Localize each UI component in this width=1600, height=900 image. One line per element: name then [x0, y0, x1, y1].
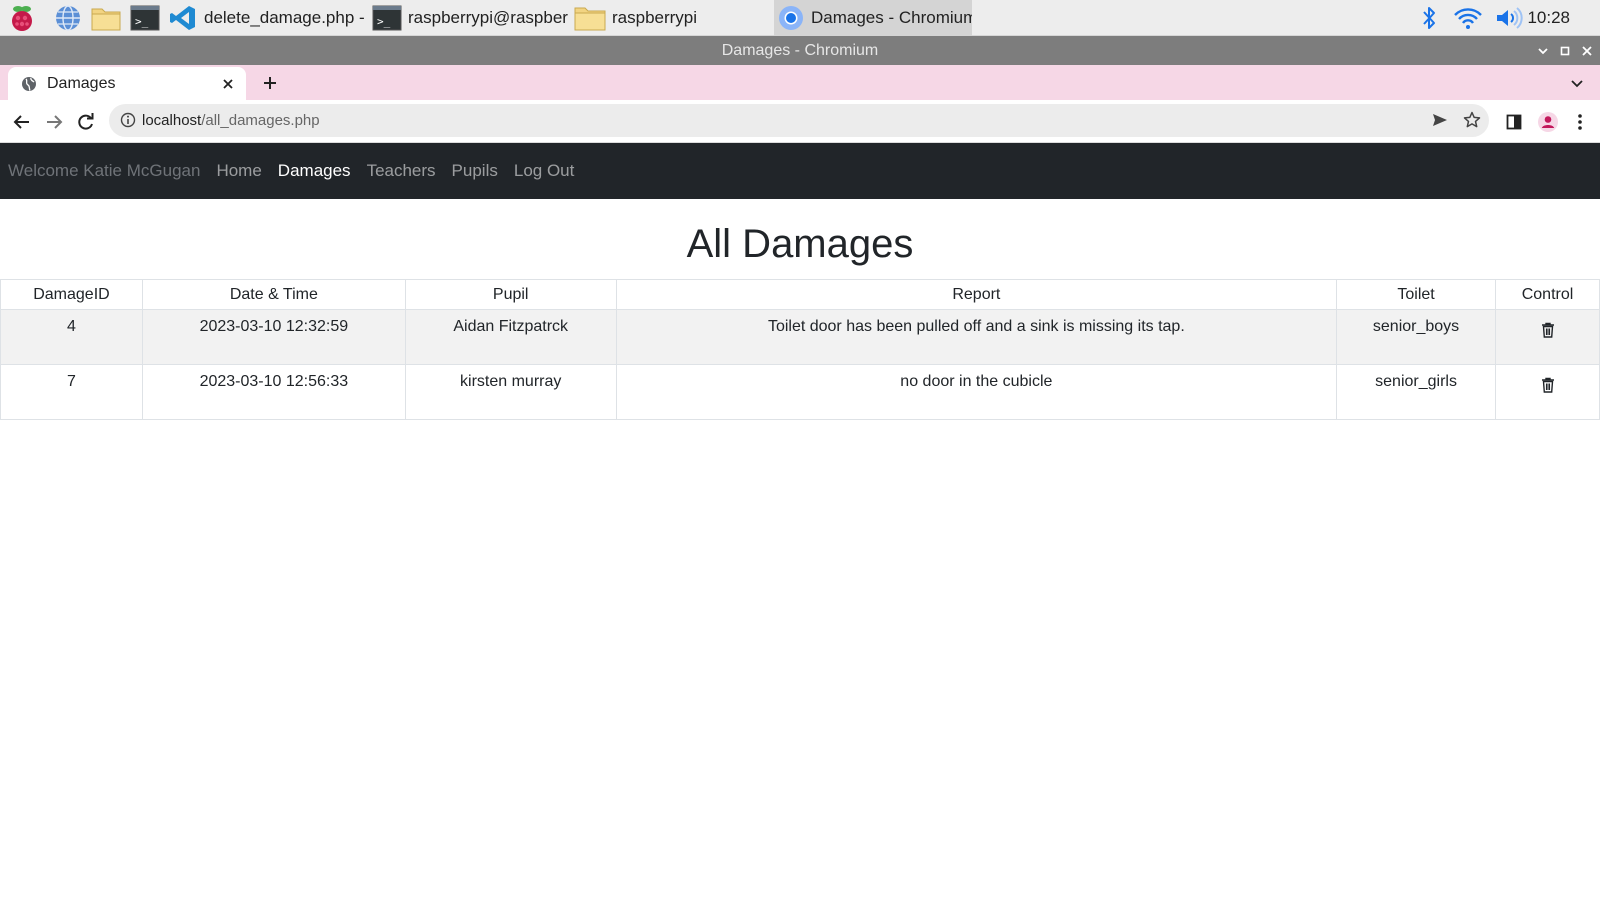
- tab-damages[interactable]: Damages: [8, 67, 246, 100]
- cell-date-time: 2023-03-10 12:32:59: [141, 309, 406, 365]
- cell-control: [1495, 364, 1600, 420]
- close-tab-icon[interactable]: [218, 74, 238, 94]
- welcome-text: Welcome Katie McGugan: [8, 161, 201, 180]
- maximize-icon[interactable]: [1554, 36, 1576, 65]
- damages-table: DamageID Date & Time Pupil Report Toilet…: [0, 279, 1600, 420]
- nav-damages[interactable]: Damages: [278, 161, 351, 181]
- terminal-icon: >_: [372, 5, 402, 31]
- tab-strip: Damages: [0, 65, 1600, 100]
- taskbar-task-chromium[interactable]: Damages - Chromium: [774, 0, 972, 36]
- minimize-icon[interactable]: [1532, 36, 1554, 65]
- terminal-launcher-icon[interactable]: >_: [129, 3, 161, 33]
- profile-avatar-icon[interactable]: [1534, 108, 1562, 136]
- cell-toilet: senior_girls: [1336, 364, 1497, 420]
- cell-pupil: Aidan Fitzpatrck: [404, 309, 617, 365]
- taskbar-task-label: Damages - Chromium: [811, 8, 972, 27]
- site-info-icon[interactable]: [117, 109, 139, 131]
- taskbar-task-label: raspberrypi@raspber...: [408, 8, 568, 27]
- column-header-date-time: Date & Time: [141, 279, 406, 310]
- browser-toolbar: localhost/all_damages.php: [0, 100, 1600, 143]
- raspberry-menu-icon[interactable]: [6, 3, 38, 33]
- cell-damage-id: 4: [0, 309, 143, 365]
- cell-report: Toilet door has been pulled off and a si…: [615, 309, 1338, 365]
- nav-pupils[interactable]: Pupils: [452, 161, 498, 181]
- reload-icon[interactable]: [72, 108, 100, 136]
- folder-icon: [574, 5, 606, 31]
- column-header-pupil: Pupil: [404, 279, 617, 310]
- browser-menu-icon[interactable]: [1566, 108, 1594, 136]
- volume-icon[interactable]: [1492, 0, 1526, 36]
- os-taskbar: >_ delete_damage.php - ... >_ raspberryp…: [0, 0, 1600, 36]
- delete-trash-icon[interactable]: [1539, 375, 1557, 395]
- svg-text:>_: >_: [377, 15, 391, 28]
- site-navbar: Welcome Katie McGugan Home Damages Teach…: [0, 143, 1600, 199]
- wifi-icon[interactable]: [1452, 0, 1484, 36]
- file-manager-launcher-icon[interactable]: [90, 3, 122, 33]
- url-text[interactable]: localhost/all_damages.php: [142, 104, 320, 137]
- nav-log-out[interactable]: Log Out: [514, 161, 575, 181]
- new-tab-icon[interactable]: [258, 71, 282, 95]
- taskbar-task-vscode[interactable]: delete_damage.php - ...: [168, 0, 364, 36]
- forward-arrow-icon[interactable]: [40, 108, 68, 136]
- tab-search-chevron-icon[interactable]: [1566, 72, 1588, 94]
- globe-icon: [21, 76, 37, 92]
- column-header-damage-id: DamageID: [0, 279, 143, 310]
- delete-trash-icon[interactable]: [1539, 320, 1557, 340]
- taskbar-clock[interactable]: 10:28: [1527, 0, 1570, 36]
- url-path: /all_damages.php: [201, 112, 320, 129]
- column-header-toilet: Toilet: [1336, 279, 1497, 310]
- cell-report: no door in the cubicle: [615, 364, 1338, 420]
- table-row: 4 2023-03-10 12:32:59 Aidan Fitzpatrck T…: [0, 309, 1600, 365]
- bookmark-star-icon[interactable]: [1461, 109, 1483, 131]
- side-panel-icon[interactable]: [1500, 108, 1528, 136]
- table-row: 7 2023-03-10 12:56:33 kirsten murray no …: [0, 364, 1600, 420]
- close-window-icon[interactable]: [1576, 36, 1598, 65]
- cell-damage-id: 7: [0, 364, 143, 420]
- chromium-icon: [777, 4, 805, 32]
- table-header-row: DamageID Date & Time Pupil Report Toilet…: [0, 279, 1600, 310]
- taskbar-task-label: raspberrypi: [612, 8, 698, 27]
- nav-home[interactable]: Home: [216, 161, 261, 181]
- page-title: All Damages: [686, 222, 914, 266]
- taskbar-task-label: delete_damage.php - ...: [204, 8, 364, 27]
- taskbar-task-terminal[interactable]: >_ raspberrypi@raspber...: [372, 0, 568, 36]
- column-header-report: Report: [615, 279, 1338, 310]
- web-browser-launcher-icon[interactable]: [52, 3, 84, 33]
- taskbar-task-file-manager[interactable]: raspberrypi: [574, 0, 754, 36]
- bluetooth-icon[interactable]: [1416, 0, 1442, 36]
- address-bar[interactable]: localhost/all_damages.php: [109, 104, 1489, 137]
- send-to-device-icon[interactable]: [1429, 109, 1451, 131]
- column-header-control: Control: [1495, 279, 1600, 310]
- tab-title: Damages: [47, 74, 116, 92]
- nav-teachers[interactable]: Teachers: [367, 161, 436, 181]
- window-title-bar: Damages - Chromium: [0, 36, 1600, 65]
- cell-control: [1495, 309, 1600, 365]
- url-host: localhost: [142, 112, 202, 129]
- window-title: Damages - Chromium: [721, 42, 879, 59]
- cell-toilet: senior_boys: [1336, 309, 1497, 365]
- vscode-icon: [168, 3, 198, 33]
- back-arrow-icon[interactable]: [8, 108, 36, 136]
- cell-pupil: kirsten murray: [404, 364, 617, 420]
- svg-text:>_: >_: [135, 15, 149, 28]
- cell-date-time: 2023-03-10 12:56:33: [141, 364, 406, 420]
